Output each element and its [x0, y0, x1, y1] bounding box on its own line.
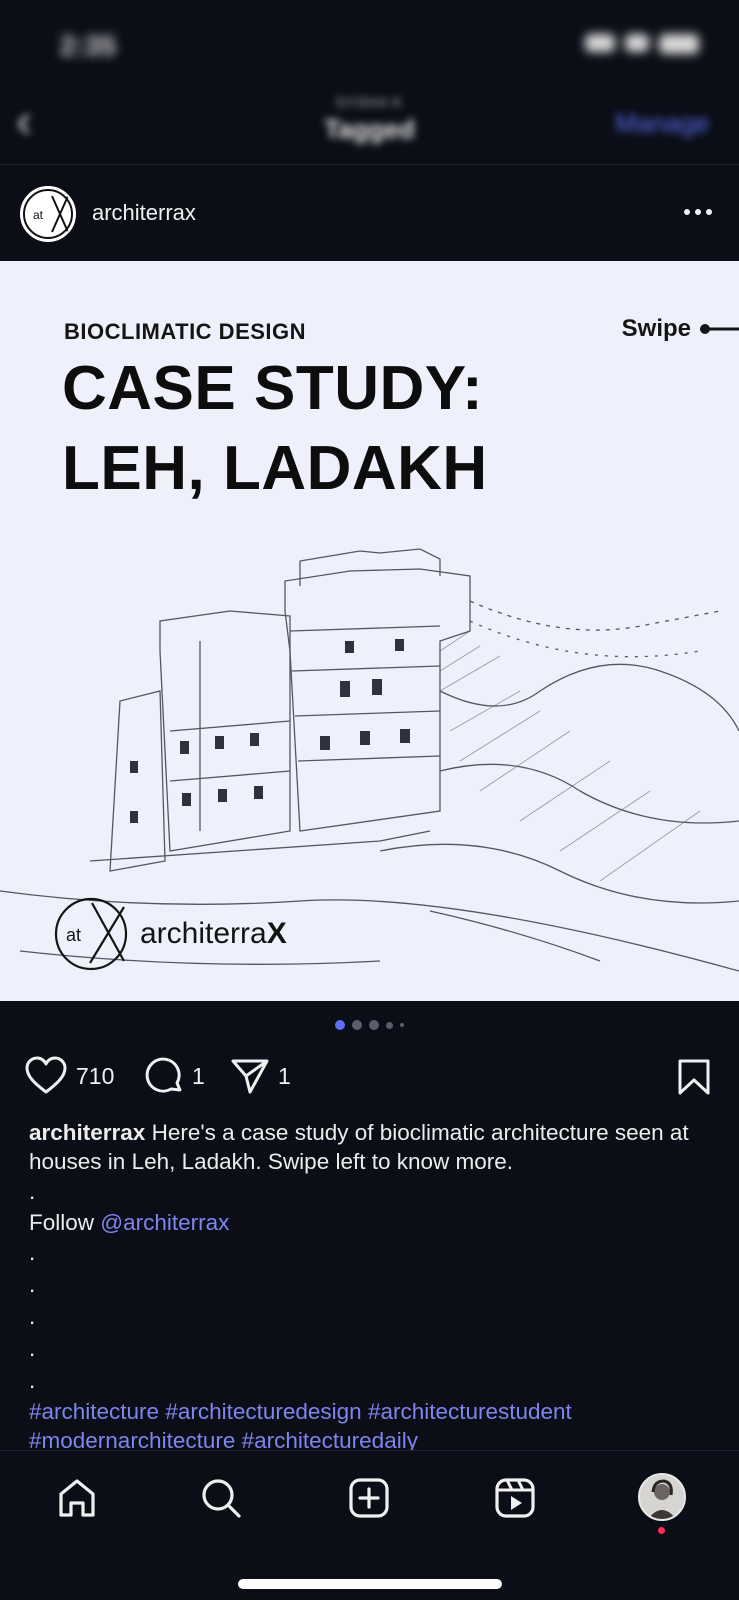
share-icon[interactable] [230, 1056, 270, 1096]
swipe-hint: Swipe [622, 315, 739, 343]
caption-dot: . [29, 1272, 36, 1297]
carousel-dot [352, 1020, 362, 1030]
home-indicator [238, 1579, 502, 1589]
brand-logo-icon: at [54, 897, 128, 971]
carousel-dot [369, 1020, 379, 1030]
bottom-tab-bar [0, 1450, 739, 1600]
carousel-dot [400, 1023, 404, 1027]
divider [0, 164, 739, 165]
carousel-dot-active [335, 1020, 345, 1030]
svg-text:at: at [33, 208, 44, 222]
status-time: 2:35 [60, 30, 117, 61]
home-icon[interactable] [55, 1476, 99, 1520]
brand-x: X [266, 917, 287, 950]
caption-hashtags-line1[interactable]: #architecture #architecturedesign #archi… [29, 1397, 719, 1426]
tab-search[interactable] [196, 1473, 246, 1523]
caption-username[interactable]: architerrax [29, 1120, 145, 1145]
post-caption: architerrax Here's a case study of biocl… [29, 1118, 719, 1455]
svg-text:at: at [66, 925, 81, 945]
share-count[interactable]: 1 [278, 1063, 291, 1090]
tab-reels[interactable] [490, 1473, 540, 1523]
caption-dot: . [29, 1304, 36, 1329]
image-title-line1: CASE STUDY: [62, 354, 484, 423]
status-icons [585, 34, 699, 54]
brand-wordmark: architerraX [140, 917, 287, 951]
profile-photo [640, 1475, 684, 1519]
brand-text: architerra [140, 917, 267, 950]
notification-dot [658, 1527, 665, 1534]
like-action[interactable]: 710 [24, 1056, 114, 1096]
comment-count[interactable]: 1 [192, 1063, 205, 1090]
caption-dot: . [29, 1368, 36, 1393]
battery-icon [659, 34, 699, 54]
post-avatar[interactable]: at [20, 186, 76, 242]
swipe-label: Swipe [621, 315, 691, 342]
logo-mark-icon: at [23, 189, 73, 239]
image-title: CASE STUDY: LEH, LADAKH [62, 349, 488, 509]
more-options-icon[interactable] [681, 202, 715, 222]
caption-follow-line: Follow @architerrax [29, 1208, 719, 1237]
image-title-line2: LEH, LADAKH [62, 434, 488, 503]
caption-dot: . [29, 1240, 36, 1265]
status-bar: 2:35 [0, 0, 739, 90]
caption-mention-link[interactable]: @architerrax [100, 1210, 229, 1235]
caption-body: architerrax Here's a case study of biocl… [29, 1118, 719, 1176]
caption-dot: . [29, 1336, 36, 1361]
heart-icon[interactable] [24, 1056, 68, 1096]
create-icon[interactable] [347, 1476, 391, 1520]
post-header: at architerrax [0, 166, 739, 260]
manage-button[interactable]: Manage [615, 108, 709, 139]
action-bar: 710 1 1 [0, 1050, 739, 1102]
tab-home[interactable] [52, 1473, 102, 1523]
caption-dot: . [29, 1179, 36, 1204]
carousel-indicator [0, 1020, 739, 1030]
share-action[interactable]: 1 [230, 1056, 291, 1096]
comment-action[interactable]: 1 [144, 1056, 205, 1096]
search-icon[interactable] [199, 1476, 243, 1520]
swipe-arrow-icon [700, 324, 739, 334]
signal-icon [585, 34, 615, 52]
bookmark-icon[interactable] [677, 1058, 711, 1096]
carousel-dot [386, 1021, 393, 1029]
caption-follow-label: Follow [29, 1210, 95, 1235]
post-image[interactable]: BIOCLIMATIC DESIGN CASE STUDY: LEH, LADA… [0, 261, 739, 1001]
reels-icon[interactable] [493, 1476, 537, 1520]
wifi-icon [625, 34, 649, 52]
top-nav: ‹ SYSHA K Tagged Manage [0, 90, 739, 164]
image-kicker: BIOCLIMATIC DESIGN [64, 319, 307, 344]
comment-icon[interactable] [144, 1056, 184, 1096]
like-count[interactable]: 710 [76, 1063, 114, 1090]
tab-create[interactable] [344, 1473, 394, 1523]
post-username[interactable]: architerrax [92, 200, 196, 226]
tab-profile-avatar[interactable] [638, 1473, 686, 1521]
